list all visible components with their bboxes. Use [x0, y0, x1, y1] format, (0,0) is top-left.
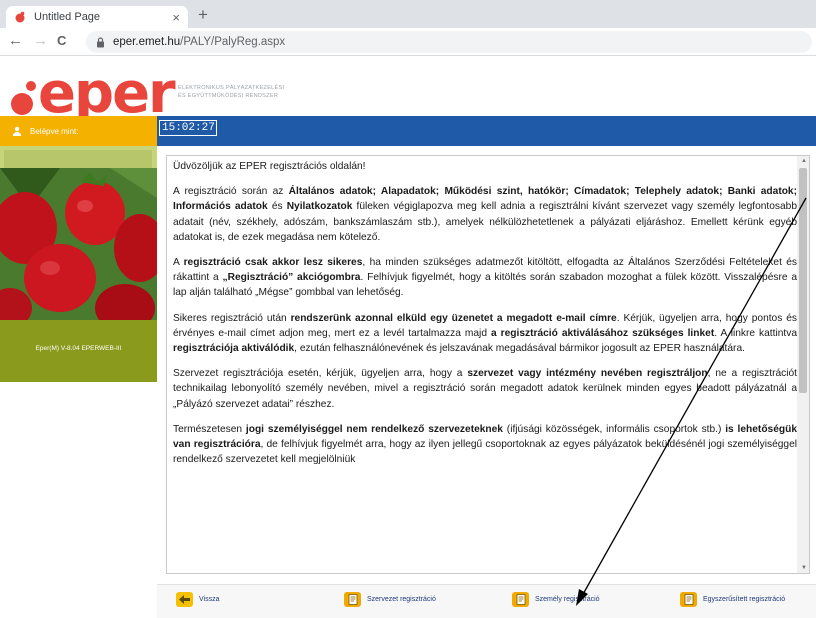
document-icon [680, 592, 697, 607]
login-bar: Belépve mint: [0, 116, 157, 146]
org-registration-label: Szervezet regisztráció [367, 596, 436, 603]
back-button[interactable]: Vissza [176, 592, 220, 607]
greeting: Üdvözöljük az EPER regisztrációs oldalán… [173, 161, 366, 172]
org-registration-button[interactable]: Szervezet regisztráció [344, 592, 436, 607]
logo-dot-icon [11, 93, 33, 115]
logo-subtitle-line2: ÉS EGYÜTTMŰKÖDÉSI RENDSZER [178, 93, 279, 99]
scrollbar[interactable]: ▲ ▼ [797, 156, 809, 573]
document-icon [344, 592, 361, 607]
scroll-up-icon[interactable]: ▲ [801, 158, 807, 164]
favicon-icon [15, 11, 25, 23]
tab-title: Untitled Page [34, 11, 101, 23]
url-path: /PALY/PalyReg.aspx [180, 36, 286, 48]
simplified-registration-button[interactable]: Egyszerűsített regisztráció [680, 592, 785, 607]
back-icon[interactable]: ← [8, 33, 23, 49]
forward-icon[interactable]: → [33, 33, 48, 49]
clock: 15:02:27 [159, 120, 217, 136]
document-icon [512, 592, 529, 607]
login-label: Belépve mint: [30, 126, 79, 136]
person-registration-button[interactable]: Személy regisztráció [512, 592, 600, 607]
paragraph-3: Sikeres regisztráció után rendszerünk az… [173, 312, 797, 355]
header-blue-bar [157, 116, 816, 146]
browser-toolbar: ← → C eper.emet.hu/PALY/PalyReg.aspx [0, 28, 816, 56]
address-bar[interactable]: eper.emet.hu/PALY/PalyReg.aspx [86, 31, 812, 53]
logo-dot-icon [26, 81, 36, 91]
tab-close-icon[interactable]: × [172, 10, 180, 25]
url-host: eper.emet.hu [113, 36, 181, 48]
person-registration-label: Személy regisztráció [535, 596, 600, 603]
browser-tab-bar: Untitled Page × + [0, 0, 816, 28]
back-button-label: Vissza [199, 596, 220, 603]
eper-logo: eper [38, 61, 176, 126]
scroll-down-icon[interactable]: ▼ [801, 565, 807, 571]
logo-subtitle-line1: ELEKTRONIKUS PÁLYÁZATKEZELÉSI [178, 85, 285, 91]
info-text-panel[interactable]: Üdvözöljük az EPER regisztrációs oldalán… [166, 155, 810, 574]
paragraph-5: Természetesen jogi személyiséggel nem re… [173, 423, 798, 466]
browser-tab[interactable]: Untitled Page × [6, 6, 188, 28]
strawberries-image [0, 168, 157, 320]
paragraph-4: Szervezet regisztrációja esetén, kérjük,… [173, 368, 797, 410]
paragraph-2: A regisztráció csak akkor lesz sikeres, … [173, 257, 797, 299]
logo-subtitle: ELEKTRONIKUS PÁLYÁZATKEZELÉSI ÉS EGYÜTTM… [178, 84, 284, 100]
version-label: Eper(M) V-8.04 EPERWEB-III [35, 345, 122, 352]
new-tab-icon[interactable]: + [198, 6, 208, 24]
back-arrow-icon [176, 592, 193, 607]
simplified-registration-label: Egyszerűsített regisztráció [703, 596, 786, 603]
lock-icon [97, 36, 104, 47]
user-icon [12, 126, 22, 136]
paragraph-1: A regisztráció során az Általános adatok… [173, 186, 798, 243]
scrollbar-thumb[interactable] [799, 168, 807, 393]
info-text: Üdvözöljük az EPER regisztrációs oldalán… [173, 159, 797, 477]
reload-icon[interactable]: C [57, 33, 66, 49]
